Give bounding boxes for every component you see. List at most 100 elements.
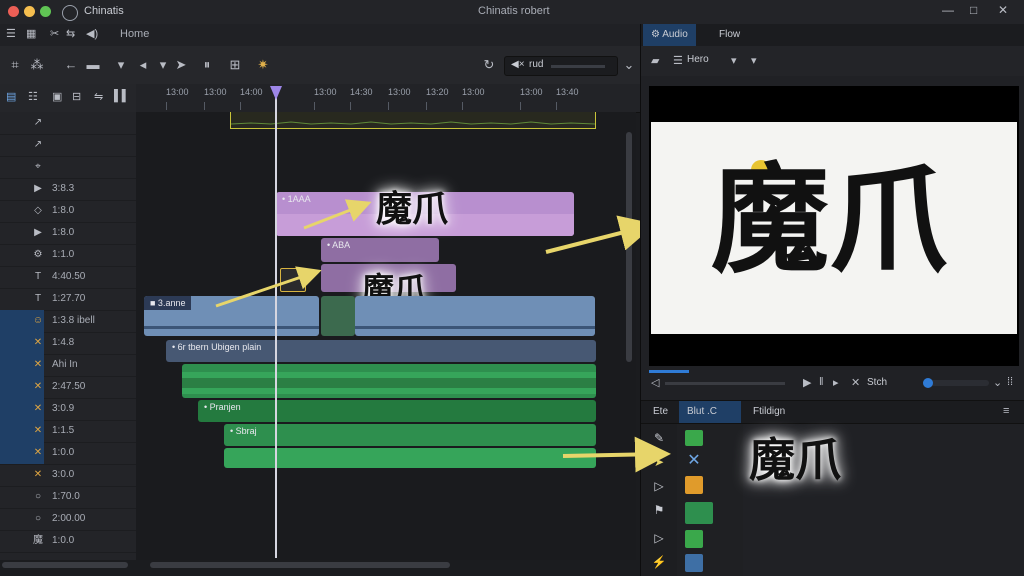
play-icon[interactable]: ▶ <box>30 222 46 244</box>
timeline-ruler[interactable]: 13:00 13:00 14:00 13:00 14:30 13:00 13:2… <box>136 84 636 112</box>
arrow-left-icon[interactable]: ← <box>62 56 80 74</box>
trim-icon[interactable]: ⇆ <box>66 27 75 40</box>
track-header-row[interactable]: ▶ 3:8.3 <box>0 178 136 201</box>
track-header-row[interactable]: ✕ 3:0.0 <box>0 464 136 487</box>
cursor-icon[interactable]: ↗ <box>30 134 46 156</box>
minimize-window-button[interactable] <box>24 6 35 17</box>
minimize-icon[interactable]: — <box>942 3 954 17</box>
circle-icon[interactable]: ○ <box>30 508 46 530</box>
track-scrollbar[interactable] <box>2 562 128 568</box>
track-split-icon[interactable]: ▌▌ <box>114 90 130 102</box>
thumb-orange-icon[interactable] <box>685 476 703 494</box>
shape-icon[interactable]: ◇ <box>30 200 46 222</box>
stop-label[interactable]: Stch <box>867 377 887 388</box>
video-preview[interactable]: 魔爪 <box>649 86 1019 366</box>
glyph-icon[interactable]: 魔 <box>30 530 46 552</box>
chevron-down-icon[interactable]: ⌄ <box>993 376 1002 389</box>
magic-icon[interactable]: ⚡ <box>649 552 669 572</box>
audio-icon[interactable]: ◀) <box>86 27 98 40</box>
track-link-icon[interactable]: ⇋ <box>94 90 103 103</box>
tab-ete[interactable]: Ete <box>645 401 676 423</box>
flag-icon[interactable]: ⚑ <box>649 500 669 520</box>
group-tool-icon[interactable]: ⁂ <box>28 56 46 74</box>
thumb-audio-icon[interactable] <box>685 502 713 524</box>
tab-flow[interactable]: Flow <box>711 24 748 46</box>
effect-icon[interactable]: ✕ <box>30 376 46 398</box>
refresh-icon[interactable]: ↻ <box>480 56 498 74</box>
track-header-row[interactable]: ✕ 1:4.8 <box>0 332 136 355</box>
hamburger-icon[interactable]: ☰ <box>6 27 16 40</box>
timeline-area[interactable]: • 1AAA 魔爪 • ABA 魔爪 ■ 3.anne • 6r tbern U… <box>136 86 636 568</box>
step-icon[interactable]: ▸ <box>833 376 839 389</box>
play-icon[interactable]: ▷ <box>649 528 669 548</box>
text-icon[interactable]: T <box>30 288 46 310</box>
track-header-row[interactable]: ◇ 1:8.0 <box>0 200 136 223</box>
face-icon[interactable]: ☺ <box>30 310 46 332</box>
track-header-row[interactable]: ⚙ 1:1.0 <box>0 244 136 267</box>
effect-icon[interactable]: ✕ <box>30 354 46 376</box>
tab-blut[interactable]: Blut .C <box>679 401 741 423</box>
chevron-down-icon[interactable]: ▾ <box>731 54 737 67</box>
gear-icon[interactable]: ⚙ <box>30 244 46 266</box>
track-header-row[interactable]: ○ 2:00.00 <box>0 508 136 531</box>
marker-icon[interactable]: ⌖ <box>30 156 46 178</box>
zoom-dropdown[interactable]: ◀× rud <box>504 56 618 76</box>
track-header-row[interactable]: ⌖ <box>0 156 136 179</box>
track-add-icon[interactable]: ⊟ <box>72 90 81 103</box>
play-icon[interactable]: ▶ <box>803 376 811 389</box>
cursor-icon[interactable]: ↗ <box>30 112 46 134</box>
effect-icon[interactable]: ✕ <box>30 442 46 464</box>
pause-icon[interactable]: ‖ <box>819 376 824 388</box>
tab-ftildign[interactable]: Ftildign <box>745 401 793 423</box>
minus-icon[interactable]: ▬ <box>84 56 102 74</box>
volume-slider[interactable] <box>923 378 989 388</box>
track-header-row[interactable]: ✕ 3:0.9 <box>0 398 136 421</box>
layout-icon[interactable]: ▦ <box>26 27 36 40</box>
track-header-row[interactable]: ○ 1:70.0 <box>0 486 136 509</box>
track-header-row[interactable]: ↗ <box>0 134 136 157</box>
menu-icon[interactable]: ≡ <box>1003 405 1009 417</box>
pointer-icon[interactable]: ➤ <box>172 56 190 74</box>
close-icon[interactable]: ✕ <box>998 3 1008 17</box>
viewer-label[interactable]: Hero <box>687 54 709 65</box>
volume-knob[interactable] <box>923 378 933 388</box>
chevron-down-icon[interactable]: ▾ <box>112 56 130 74</box>
horizontal-scrollbar[interactable] <box>150 562 450 568</box>
effect-icon[interactable]: ✕ <box>30 464 46 486</box>
circle-icon[interactable]: ○ <box>30 486 46 508</box>
play-back-icon[interactable]: ◂ <box>134 56 152 74</box>
cut-icon[interactable]: ✂ <box>50 27 59 40</box>
thumb-clip-icon[interactable] <box>685 530 703 548</box>
track-header-row[interactable]: ✕ 2:47.50 <box>0 376 136 399</box>
play-icon[interactable]: ▷ <box>649 476 669 496</box>
scrub-track[interactable] <box>665 382 785 385</box>
grid-icon[interactable]: ⊞ <box>226 56 244 74</box>
track-header-row[interactable]: ✕ 1:0.0 <box>0 442 136 465</box>
menu-home[interactable]: Home <box>120 28 149 40</box>
chevron-down-icon[interactable]: ⌄ <box>620 56 638 74</box>
grid-icon[interactable]: ⁞⁞ <box>1007 376 1013 388</box>
track-header-row[interactable]: 魔 1:0.0 <box>0 530 136 553</box>
magic-icon[interactable]: ✷ <box>254 56 272 74</box>
list-icon[interactable]: ☰ <box>673 54 683 67</box>
thumb-media-icon[interactable] <box>685 554 703 572</box>
play-icon[interactable]: ▶ <box>30 178 46 200</box>
track-header-row[interactable]: T 4:40.50 <box>0 266 136 289</box>
track-header-row[interactable]: ▶ 1:8.0 <box>0 222 136 245</box>
close-window-button[interactable] <box>8 6 19 17</box>
viewer-icon[interactable]: ▰ <box>651 54 659 67</box>
track-header-row[interactable]: ☺ 1:3.8 ibell <box>0 310 136 333</box>
effect-icon[interactable]: ✕ <box>30 420 46 442</box>
maximize-icon[interactable]: □ <box>970 3 977 17</box>
track-header-row[interactable]: ✕ Ahi In <box>0 354 136 377</box>
tab-audio[interactable]: ⚙ Audio <box>643 24 696 46</box>
track-view-icon[interactable]: ▤ <box>6 90 16 103</box>
track-header-row[interactable]: ✕ 1:1.5 <box>0 420 136 443</box>
zoom-window-button[interactable] <box>40 6 51 17</box>
close-icon[interactable]: ✕ <box>851 376 860 389</box>
blade-icon[interactable]: ⏸ <box>198 56 216 74</box>
track-frame-icon[interactable]: ▣ <box>52 90 62 103</box>
chevron-down-icon[interactable]: ▾ <box>154 56 172 74</box>
track-list-icon[interactable]: ☷ <box>28 90 38 103</box>
audio-icon[interactable]: ◁ <box>651 376 659 389</box>
